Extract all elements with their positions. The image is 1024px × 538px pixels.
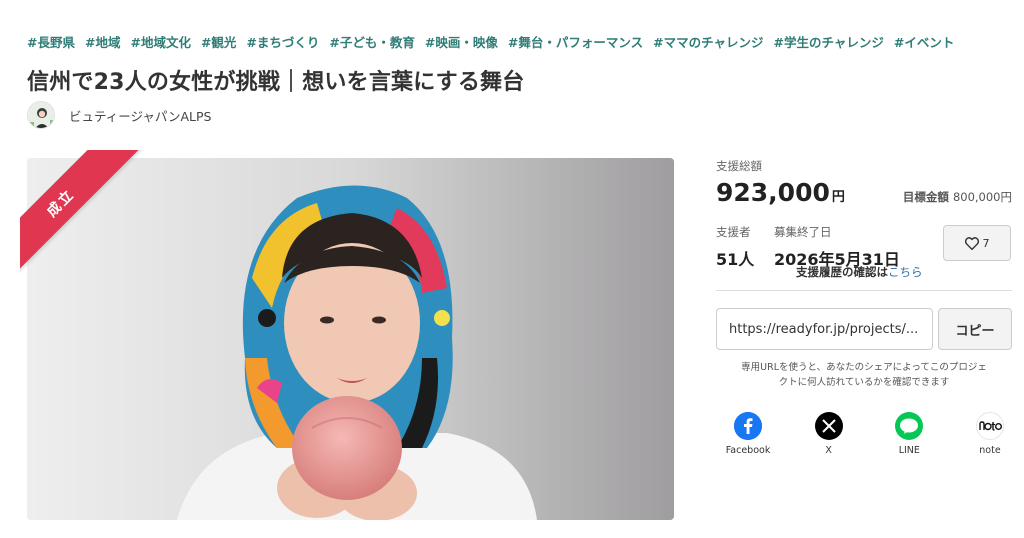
share-url-input[interactable] <box>716 308 933 350</box>
x-icon <box>814 412 843 440</box>
owner-name[interactable]: ビュティージャパンALPS <box>69 106 212 125</box>
share-url-note: 専用URLを使うと、あなたのシェアによってこのプロジェ クトに何人訪れているかを… <box>716 360 1012 390</box>
tag-link[interactable]: #舞台・パフォーマンス <box>508 32 643 51</box>
tag-link[interactable]: #観光 <box>201 32 236 51</box>
tag-list: #長野県 #地域 #地域文化 #観光 #まちづくり #子ども・教育 #映画・映像… <box>27 32 954 51</box>
tag-link[interactable]: #地域 <box>85 32 120 51</box>
share-url-note-line: クトに何人訪れているかを確認できます <box>778 377 950 388</box>
facebook-icon <box>734 412 762 440</box>
status-ribbon: 成立 <box>20 150 150 274</box>
divider <box>716 290 1012 291</box>
heart-icon <box>964 236 979 250</box>
share-line-button[interactable]: LINE <box>887 412 931 456</box>
share-url-note-line: 専用URLを使うと、あなたのシェアによってこのプロジェ <box>741 362 987 373</box>
copy-button[interactable]: コピー <box>938 308 1012 350</box>
goal-label: 目標金額 <box>902 190 949 204</box>
supporters-stat: 支援者 51人 <box>716 224 754 270</box>
favorite-count: 7 <box>982 236 990 250</box>
tag-link[interactable]: #映画・映像 <box>425 32 498 51</box>
note-icon <box>975 412 1004 440</box>
tag-link[interactable]: #イベント <box>894 32 954 51</box>
share-x-button[interactable]: X <box>807 412 851 456</box>
tag-link[interactable]: #長野県 <box>27 32 75 51</box>
avatar[interactable] <box>27 101 55 129</box>
supporters-label: 支援者 <box>716 225 751 239</box>
status-ribbon-label: 成立 <box>44 186 78 221</box>
share-note-label: note <box>979 445 1001 456</box>
tag-link[interactable]: #学生のチャレンジ <box>773 32 883 51</box>
support-history-text: 支援履歴の確認は <box>796 265 888 279</box>
goal-amount: 800,000円 <box>952 190 1012 204</box>
share-note-button[interactable]: note <box>968 412 1012 456</box>
project-owner[interactable]: ビュティージャパンALPS <box>27 101 212 129</box>
tag-link[interactable]: #地域文化 <box>130 32 190 51</box>
share-buttons: Facebook X LINE note <box>716 412 1012 456</box>
page-title: 信州で23人の女性が挑戦｜想いを言葉にする舞台 <box>27 70 525 95</box>
favorite-button[interactable]: 7 <box>943 225 1011 261</box>
end-date-label: 募集終了日 <box>774 225 832 239</box>
share-facebook-button[interactable]: Facebook <box>726 412 770 456</box>
currency-unit: 円 <box>831 190 845 205</box>
total-label: 支援総額 <box>716 159 762 173</box>
tag-link[interactable]: #まちづくり <box>246 32 319 51</box>
support-history-link[interactable]: こちら <box>888 265 923 279</box>
amount-row: 923,000 円 目標金額 800,000円 <box>716 178 1012 207</box>
line-icon <box>895 412 924 440</box>
funding-panel: 支援総額 923,000 円 目標金額 800,000円 支援者 51人 募集終… <box>716 158 1012 456</box>
tag-link[interactable]: #子ども・教育 <box>329 32 414 51</box>
share-line-label: LINE <box>898 445 920 456</box>
support-history: 支援履歴の確認はこちら <box>796 264 923 280</box>
share-x-label: X <box>825 445 832 456</box>
share-facebook-label: Facebook <box>725 445 771 456</box>
share-url-row: コピー <box>716 308 1012 350</box>
goal-amount-wrap: 目標金額 800,000円 <box>903 189 1012 205</box>
tag-link[interactable]: #ママのチャレンジ <box>653 32 763 51</box>
supporters-value: 51人 <box>716 250 755 269</box>
total-amount: 923,000 <box>716 178 830 207</box>
